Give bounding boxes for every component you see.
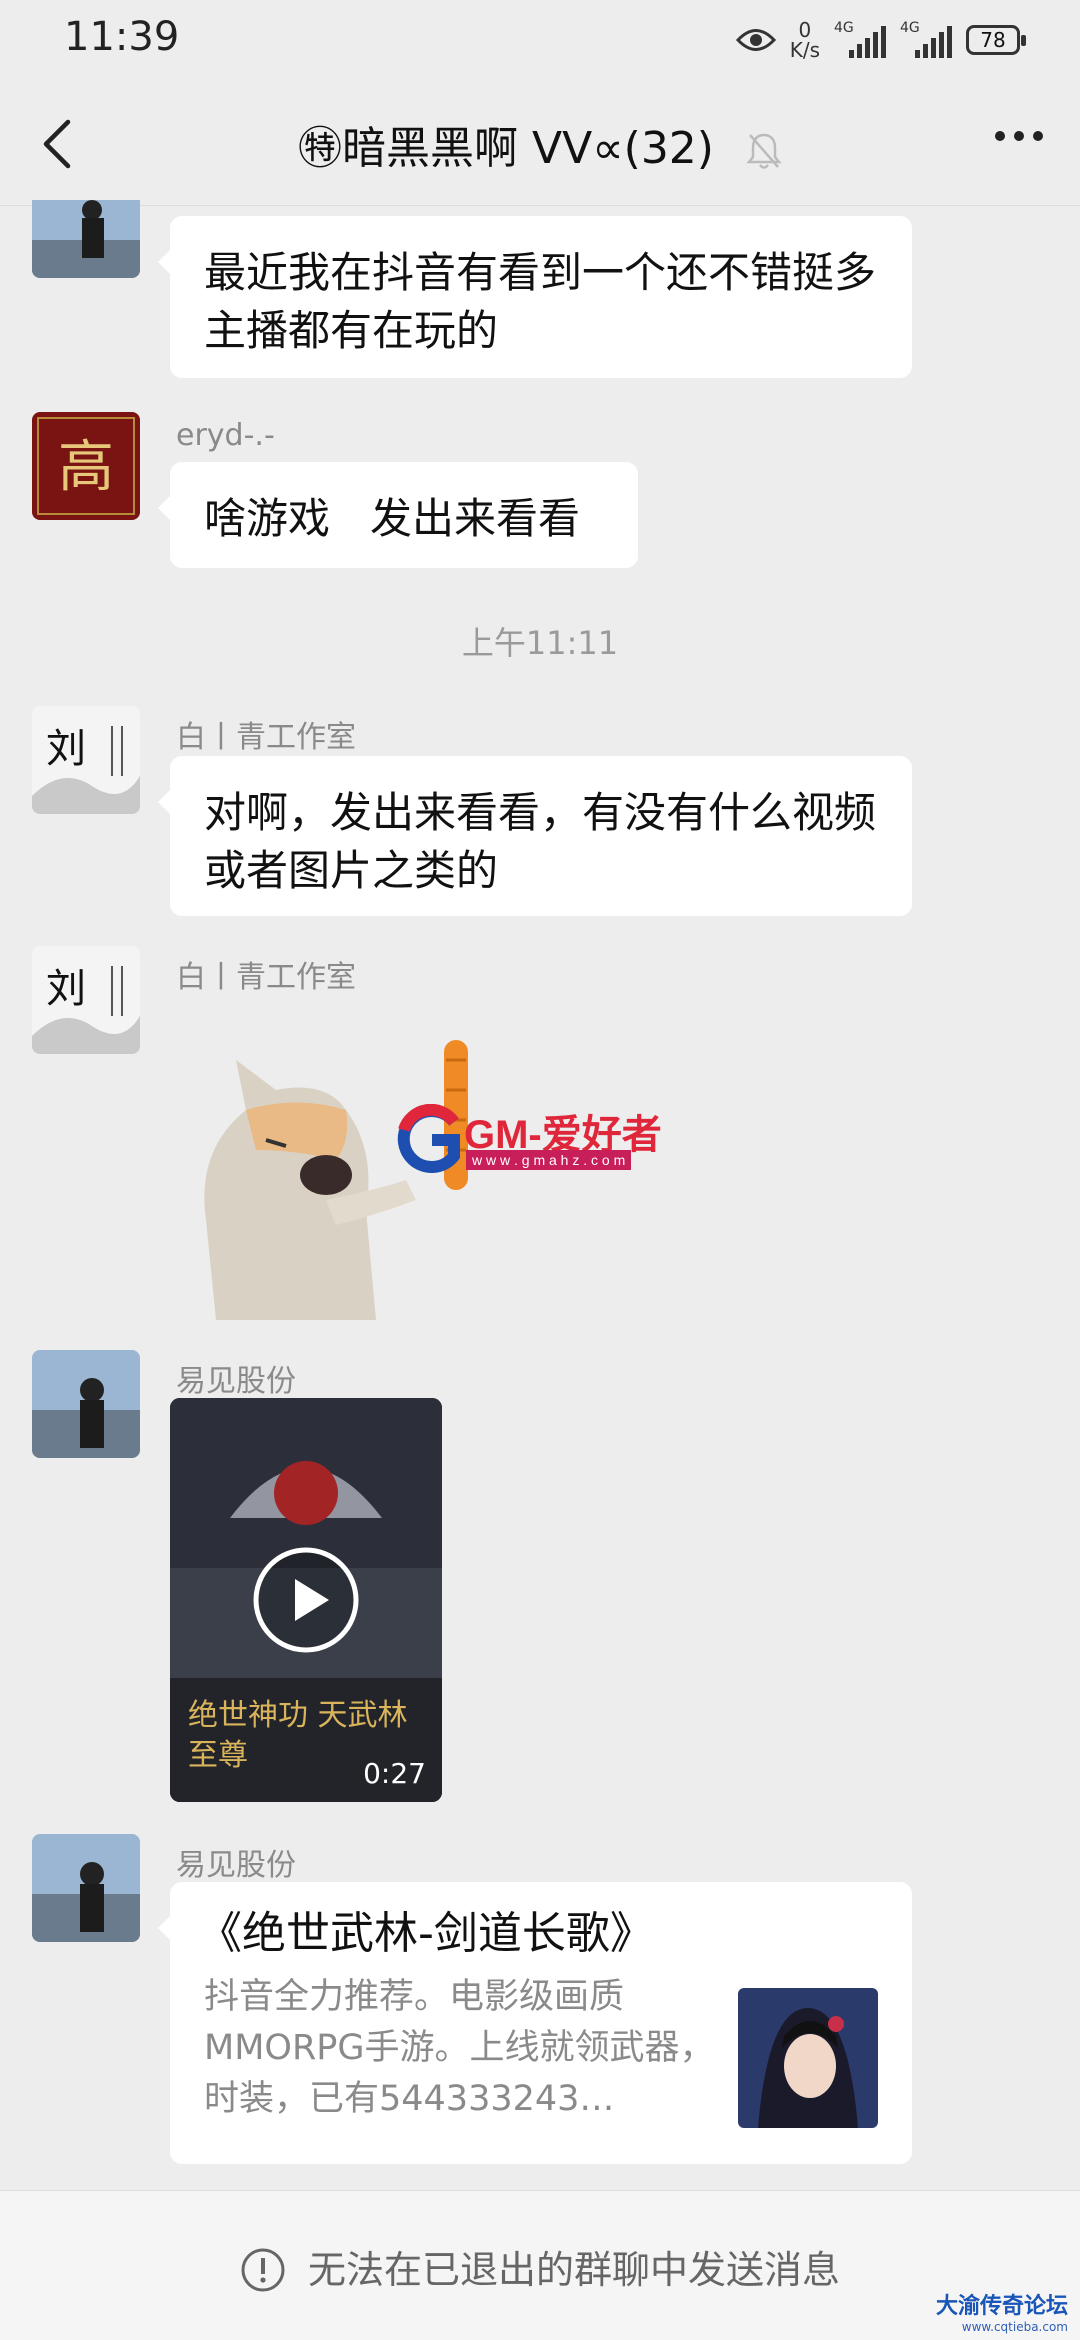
message-text: 对啊，发出来看看，有没有什么视频或者图片之类的 — [204, 788, 877, 895]
forum-watermark: 大渝传奇论坛 www.cqtieba.com — [936, 2288, 1068, 2334]
disabled-notice-text: 无法在已退出的群聊中发送消息 — [308, 2248, 841, 2292]
status-time: 11:39 — [64, 14, 180, 60]
chat-header: ㊕暗黑黑啊 VV∝(32) — [0, 80, 1080, 206]
status-icons: 0 K/s 4G 4G 78 — [735, 18, 1026, 62]
eye-icon — [735, 29, 776, 51]
link-card[interactable]: 《绝世武林-剑道长歌》 抖音全力推荐。电影级画质MMORPG手游。上线就领武器，… — [158, 1882, 912, 2164]
group-name: ㊕暗黑黑啊 VV∝(32) — [298, 123, 714, 174]
sender-name: 白丨青工作室 — [176, 960, 356, 995]
avatar[interactable] — [32, 1834, 140, 1942]
sender-name: 易见股份 — [176, 1848, 296, 1883]
gm-logo-icon — [397, 1104, 460, 1173]
message-bubble[interactable]: 最近我在抖音有看到一个还不错挺多主播都有在玩的 — [158, 216, 912, 378]
sender-name: 白丨青工作室 — [176, 720, 356, 755]
svg-text:刘: 刘 — [46, 966, 86, 1012]
net-speed-unit: K/s — [789, 38, 820, 62]
disabled-notice: 无法在已退出的群聊中发送消息 — [0, 2239, 1080, 2294]
watermark-title: 大渝传奇论坛 — [935, 2293, 1068, 2319]
more-options-icon[interactable] — [994, 130, 1044, 142]
message-bubble[interactable]: 啥游戏 发出来看看 — [158, 462, 638, 568]
link-title: 《绝世武林-剑道长歌》 — [198, 1908, 654, 1959]
avatar[interactable]: 刘 — [32, 706, 140, 814]
video-duration: 0:27 — [363, 1757, 426, 1790]
avatar[interactable]: 刘 — [32, 946, 140, 1054]
message-text: 啥游戏 发出来看看 — [204, 494, 581, 543]
sender-name: 易见股份 — [176, 1364, 296, 1399]
avatar[interactable]: 高 — [32, 412, 140, 520]
svg-text:高: 高 — [58, 435, 114, 500]
warning-icon — [241, 2248, 285, 2292]
sender-name: eryd-.- — [176, 418, 275, 453]
net-speed: 0 K/s — [790, 20, 820, 60]
mute-bell-icon — [746, 133, 782, 169]
avatar[interactable] — [32, 1350, 140, 1458]
signal-icon: 4G — [834, 20, 886, 60]
status-bar: 11:39 0 K/s 4G 4G 78 — [0, 0, 1080, 80]
play-icon[interactable] — [251, 1545, 361, 1655]
signal-icon: 4G — [900, 20, 952, 60]
sticker-url: w w w . g m a h z . c o m — [466, 1150, 632, 1170]
link-thumbnail — [738, 1988, 878, 2128]
net-speed-value: 0 — [798, 18, 812, 42]
watermark-url: www.cqtieba.com — [961, 2320, 1068, 2334]
sticker-image[interactable]: GM-爱好者 w w w . g m a h z . c o m — [176, 1000, 696, 1320]
battery-icon: 78 — [966, 25, 1026, 55]
link-description: 抖音全力推荐。电影级画质MMORPG手游。上线就领武器，时装，已有5443332… — [204, 1977, 715, 2119]
chat-title: ㊕暗黑黑啊 VV∝(32) — [0, 112, 1080, 176]
avatar[interactable] — [32, 200, 140, 278]
svg-text:刘: 刘 — [46, 726, 86, 772]
input-disabled-bar: 无法在已退出的群聊中发送消息 大渝传奇论坛 www.cqtieba.com — [0, 2190, 1080, 2340]
message-bubble[interactable]: 对啊，发出来看看，有没有什么视频或者图片之类的 — [158, 756, 912, 916]
video-message[interactable]: 绝世神功 天武林至尊 0:27 — [170, 1398, 442, 1802]
time-divider: 上午11:11 — [461, 624, 619, 662]
message-text: 最近我在抖音有看到一个还不错挺多主播都有在玩的 — [204, 248, 877, 355]
